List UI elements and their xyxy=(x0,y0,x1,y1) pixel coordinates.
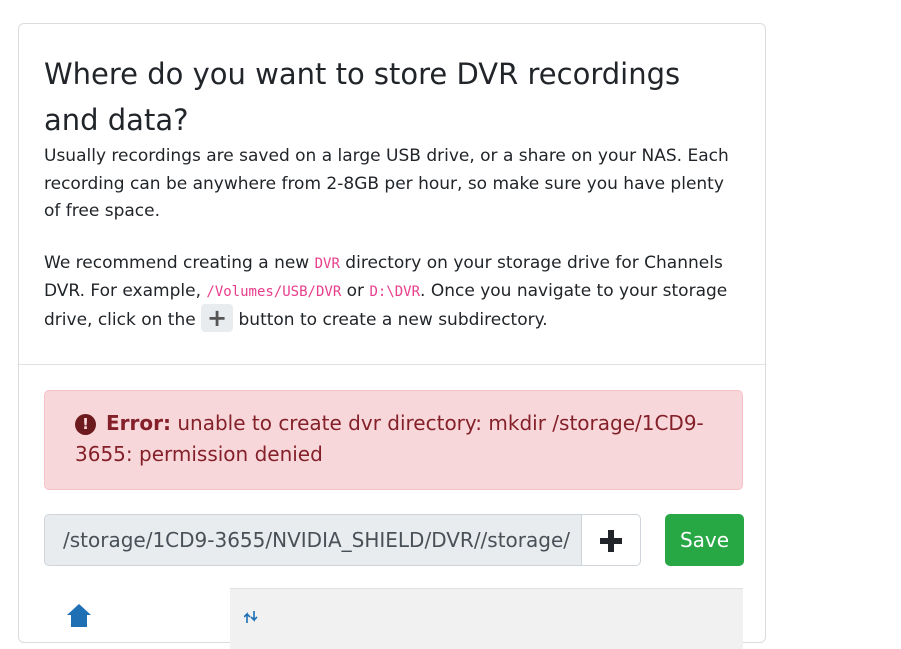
error-label: Error: xyxy=(106,411,171,435)
recommendation-text: We recommend creating a new DVR director… xyxy=(44,250,740,335)
inline-plus-icon: + xyxy=(201,303,234,332)
code-volumes-path: /Volumes/USB/DVR xyxy=(206,284,342,300)
plus-icon xyxy=(600,530,622,552)
path-input[interactable]: /storage/1CD9-3655/NVIDIA_SHIELD/DVR//st… xyxy=(44,514,582,566)
page-title: Where do you want to store DVR recording… xyxy=(44,57,681,137)
rec-text-3: or xyxy=(341,281,370,301)
rec-text-5: button to create a new subdirectory. xyxy=(233,309,548,330)
rec-text-1: We recommend creating a new xyxy=(44,252,315,273)
error-alert: ! Error: unable to create dvr directory: … xyxy=(44,390,743,490)
code-windows-path: D:\DVR xyxy=(369,284,421,300)
new-folder-button[interactable] xyxy=(581,514,641,566)
folder-sidebar xyxy=(44,589,230,649)
home-icon[interactable] xyxy=(66,603,92,627)
card-header: Where do you want to store DVR recording… xyxy=(19,24,765,365)
storage-setup-card: Where do you want to store DVR recording… xyxy=(18,23,766,649)
exclamation-circle-icon: ! xyxy=(75,414,96,435)
sort-icon[interactable] xyxy=(244,611,258,623)
intro-text: Usually recordings are saved on a large … xyxy=(44,146,729,221)
code-dvr: DVR xyxy=(314,255,340,272)
save-button[interactable]: Save xyxy=(665,514,744,566)
path-row: /storage/1CD9-3655/NVIDIA_SHIELD/DVR//st… xyxy=(44,514,744,566)
